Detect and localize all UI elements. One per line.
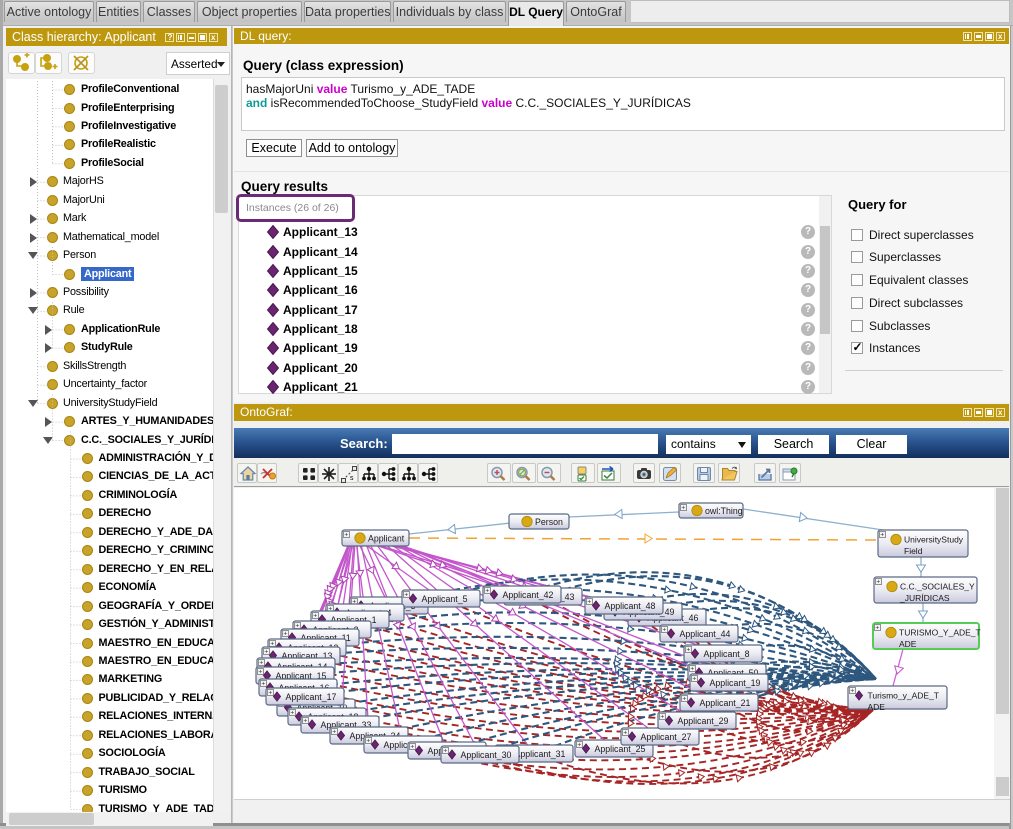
svg-text:+: +	[332, 729, 336, 736]
svg-text:ADE: ADE	[868, 702, 886, 712]
svg-text:+: +	[264, 649, 268, 656]
svg-text:ADE: ADE	[899, 639, 917, 649]
svg-text:Person: Person	[535, 517, 563, 527]
svg-text:+: +	[875, 625, 879, 632]
svg-text:Turismo_y_ADE_T: Turismo_y_ADE_T	[868, 691, 939, 701]
svg-text:Applicant_30: Applicant_30	[461, 750, 512, 760]
svg-text:+: +	[313, 613, 317, 620]
svg-text:UniversityStudy: UniversityStudy	[904, 535, 964, 545]
svg-text:+: +	[283, 631, 287, 638]
svg-text:TURISMO_Y_ADE_T: TURISMO_Y_ADE_T	[899, 628, 981, 638]
svg-text:Applicant_8: Applicant_8	[704, 649, 750, 659]
svg-text:+: +	[682, 696, 686, 703]
svg-text:C.C._SOCIALES_Y: C.C._SOCIALES_Y	[900, 582, 975, 592]
svg-text:+: +	[577, 742, 581, 749]
svg-text:+: +	[623, 730, 627, 737]
svg-text:Applicant_5: Applicant_5	[422, 594, 468, 604]
svg-text:+: +	[692, 676, 696, 683]
svg-text:+: +	[366, 738, 370, 745]
svg-text:+: +	[587, 599, 591, 606]
svg-text:+: +	[344, 532, 348, 539]
svg-text:+: +	[880, 532, 884, 539]
svg-text:Applicant_19: Applicant_19	[710, 678, 761, 688]
svg-text:Applicant_42: Applicant_42	[503, 590, 554, 600]
svg-text:Applicant_21: Applicant_21	[700, 698, 751, 708]
svg-text:_JURÍDICAS: _JURÍDICAS	[899, 593, 950, 603]
svg-text:Field: Field	[904, 546, 923, 556]
svg-text:+: +	[410, 744, 414, 751]
svg-text:+: +	[290, 710, 294, 717]
svg-text:+: +	[662, 627, 666, 634]
svg-text:+: +	[303, 718, 307, 725]
svg-text:+: +	[686, 647, 690, 654]
svg-text:+: +	[485, 588, 489, 595]
svg-text:Applicant_29: Applicant_29	[678, 716, 729, 726]
svg-text:+: +	[681, 505, 685, 512]
svg-text:+: +	[443, 748, 447, 755]
svg-text:+: +	[660, 714, 664, 721]
svg-text:+: +	[258, 669, 262, 676]
svg-text:Applicant_31: Applicant_31	[515, 749, 566, 759]
svg-text:Applicant_17: Applicant_17	[286, 692, 337, 702]
svg-text:Applicant_48: Applicant_48	[605, 601, 656, 611]
svg-text:Applicant_44: Applicant_44	[680, 629, 731, 639]
svg-text:+: +	[268, 690, 272, 697]
svg-text:+: +	[850, 688, 854, 695]
svg-text:+: +	[404, 592, 408, 599]
svg-text:owl:Thing: owl:Thing	[705, 506, 743, 516]
svg-text:Applicant: Applicant	[368, 534, 405, 544]
svg-text:s: s	[350, 475, 354, 482]
svg-text:+: +	[876, 579, 880, 586]
svg-text:+: +	[690, 666, 694, 673]
svg-text:+: +	[259, 660, 263, 667]
svg-text:Applicant_27: Applicant_27	[641, 732, 692, 742]
svg-text:+: +	[261, 681, 265, 688]
